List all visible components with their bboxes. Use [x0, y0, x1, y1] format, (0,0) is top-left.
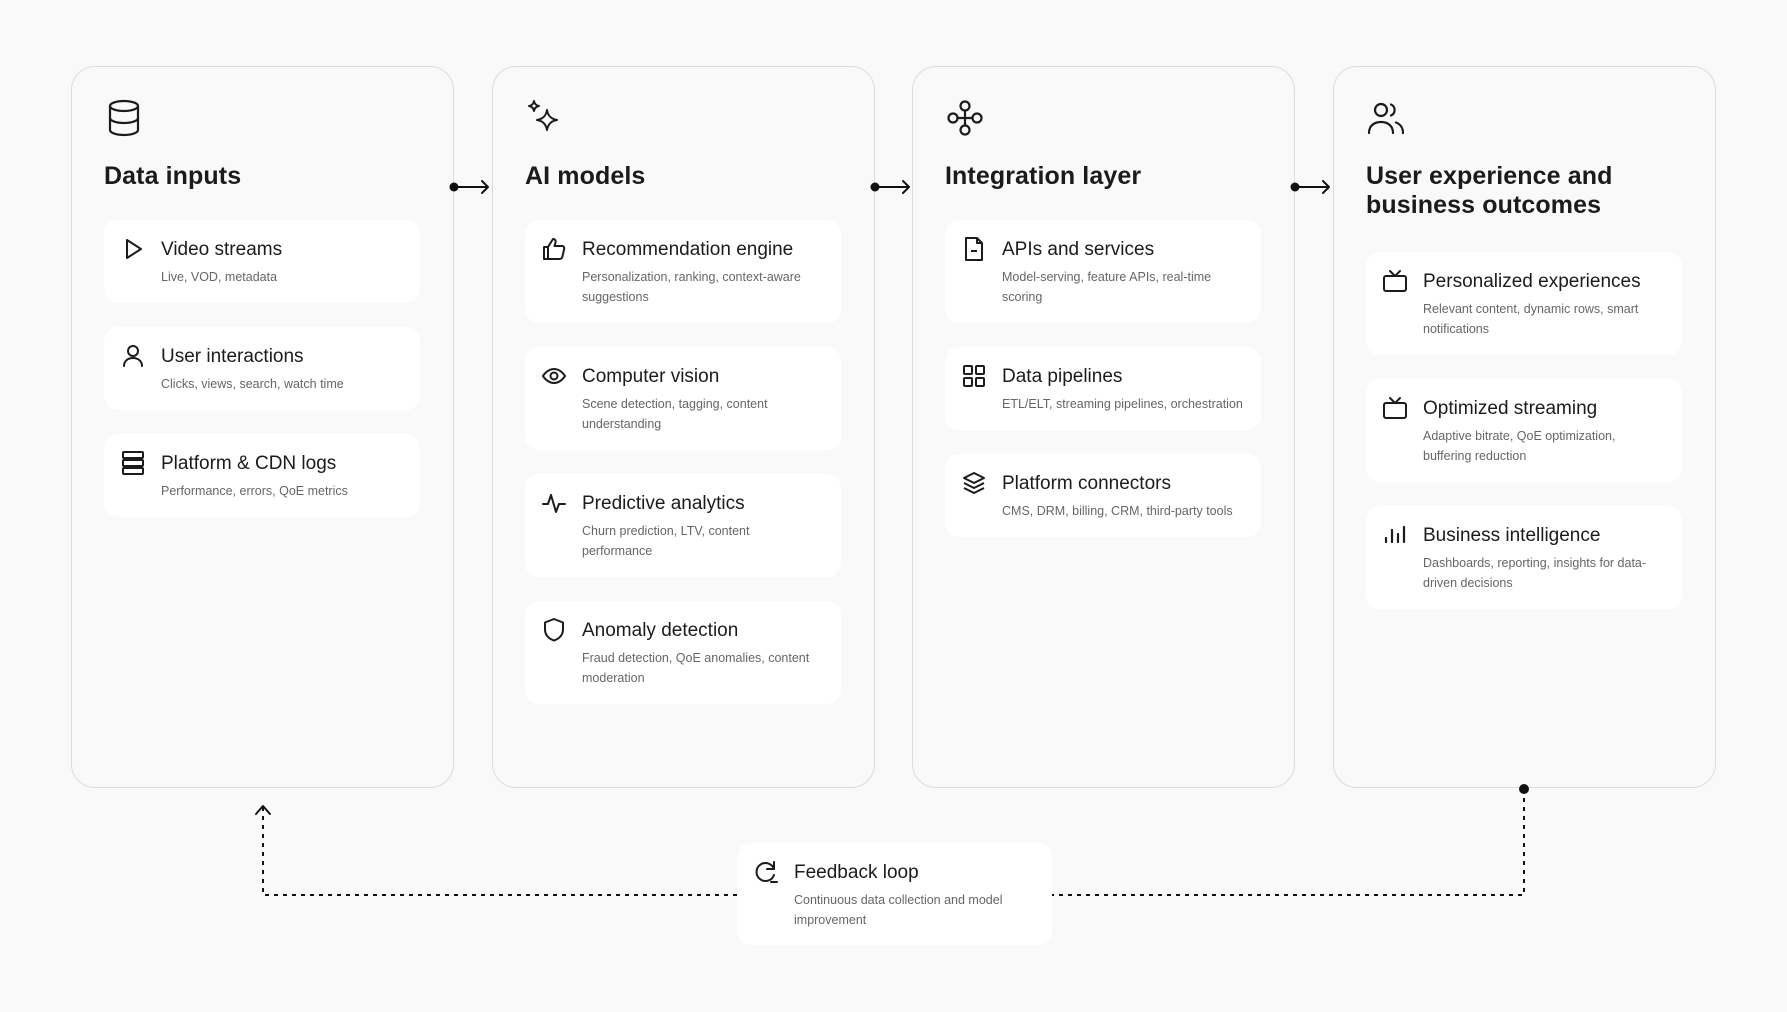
card-title: Feedback loop: [794, 862, 919, 883]
column-title: Data inputs: [104, 162, 242, 190]
diagram-stage: Data inputs Video streams Live, VOD, met…: [0, 0, 1787, 1012]
card-description: Performance, errors, QoE metrics: [161, 484, 348, 498]
card-apis-and-services: APIs and services Model-serving, feature…: [945, 220, 1261, 323]
card-recommendation-engine: Recommendation engine Personalization, r…: [525, 220, 841, 323]
column-integration-layer: Integration layer APIs and services Mode…: [912, 66, 1295, 788]
card-description: CMS, DRM, billing, CRM, third-party tool…: [1002, 504, 1233, 518]
refresh-icon: [753, 859, 779, 885]
card-title: Platform & CDN logs: [161, 453, 337, 474]
card-list: Recommendation engine Personalization, r…: [525, 220, 842, 704]
card-feedback-loop: Feedback loop Continuous data collection…: [737, 843, 1052, 945]
card-description: Clicks, views, search, watch time: [161, 377, 344, 391]
card-title: Platform connectors: [1002, 473, 1171, 494]
column-user-experience: User experience and business outcomes Pe…: [1333, 66, 1716, 788]
card-title: Computer vision: [582, 366, 720, 387]
flow-arrow: [449, 175, 493, 199]
column-title: AI models: [525, 162, 646, 190]
card-description: Fraud detection, QoE anomalies, content …: [582, 651, 810, 685]
flow-arrow: [870, 175, 914, 199]
workflow-icon: [945, 98, 985, 138]
card-title: Video streams: [161, 239, 283, 260]
thumbs-up-icon: [541, 236, 567, 262]
card-anomaly-detection: Anomaly detection Fraud detection, QoE a…: [525, 601, 841, 704]
eye-icon: [541, 363, 567, 389]
card-description: Churn prediction, LTV, content performan…: [582, 524, 750, 558]
card-description: Continuous data collection and model imp…: [794, 893, 1003, 927]
layers-icon: [961, 470, 987, 496]
card-user-interactions: User interactions Clicks, views, search,…: [104, 327, 420, 410]
file-icon: [961, 236, 987, 262]
sparkles-icon: [525, 98, 565, 138]
card-description: Relevant content, dynamic rows, smart no…: [1423, 302, 1639, 336]
card-predictive-analytics: Predictive analytics Churn prediction, L…: [525, 474, 841, 577]
database-icon: [104, 98, 144, 138]
column-title: Integration layer: [945, 162, 1142, 190]
shield-icon: [541, 617, 567, 643]
column-ai-models: AI models Recommendation engine Personal…: [492, 66, 875, 788]
tv-icon: [1382, 395, 1408, 421]
card-title: Personalized experiences: [1423, 271, 1641, 292]
card-title: Business intelligence: [1423, 525, 1601, 546]
card-title: Data pipelines: [1002, 366, 1123, 387]
card-data-pipelines: Data pipelines ETL/ELT, streaming pipeli…: [945, 347, 1261, 430]
card-optimized-streaming: Optimized streaming Adaptive bitrate, Qo…: [1366, 379, 1682, 482]
column-title: User experience and business outcomes: [1366, 162, 1613, 219]
card-title: APIs and services: [1002, 239, 1155, 260]
card-title: Optimized streaming: [1423, 398, 1598, 419]
card-video-streams: Video streams Live, VOD, metadata: [104, 220, 420, 303]
card-computer-vision: Computer vision Scene detection, tagging…: [525, 347, 841, 450]
card-description: Personalization, ranking, context-aware …: [582, 270, 801, 304]
card-description: Adaptive bitrate, QoE optimization, buff…: [1423, 429, 1616, 463]
card-description: ETL/ELT, streaming pipelines, orchestrat…: [1002, 397, 1243, 411]
card-business-intelligence: Business intelligence Dashboards, report…: [1366, 506, 1682, 609]
card-title: User interactions: [161, 346, 304, 367]
card-description: Dashboards, reporting, insights for data…: [1423, 556, 1647, 590]
flow-arrow: [1290, 175, 1334, 199]
card-platform-cdn-logs: Platform & CDN logs Performance, errors,…: [104, 434, 420, 517]
play-icon: [120, 236, 146, 262]
card-list: APIs and services Model-serving, feature…: [945, 220, 1262, 537]
card-personalized-experiences: Personalized experiences Relevant conten…: [1366, 252, 1682, 355]
server-icon: [120, 450, 146, 476]
card-description: Live, VOD, metadata: [161, 270, 278, 284]
grid-icon: [961, 363, 987, 389]
card-description: Scene detection, tagging, content unders…: [582, 397, 768, 431]
card-title: Anomaly detection: [582, 620, 739, 641]
card-description: Model-serving, feature APIs, real-time s…: [1002, 270, 1212, 304]
bar-chart-icon: [1382, 522, 1408, 548]
card-list: Personalized experiences Relevant conten…: [1366, 252, 1683, 609]
activity-icon: [541, 490, 567, 516]
column-data-inputs: Data inputs Video streams Live, VOD, met…: [71, 66, 454, 788]
tv-icon: [1382, 268, 1408, 294]
card-list: Video streams Live, VOD, metadata User i…: [104, 220, 421, 517]
user-icon: [120, 343, 146, 369]
card-platform-connectors: Platform connectors CMS, DRM, billing, C…: [945, 454, 1261, 537]
users-icon: [1366, 98, 1406, 138]
card-title: Predictive analytics: [582, 493, 745, 514]
card-title: Recommendation engine: [582, 239, 794, 260]
